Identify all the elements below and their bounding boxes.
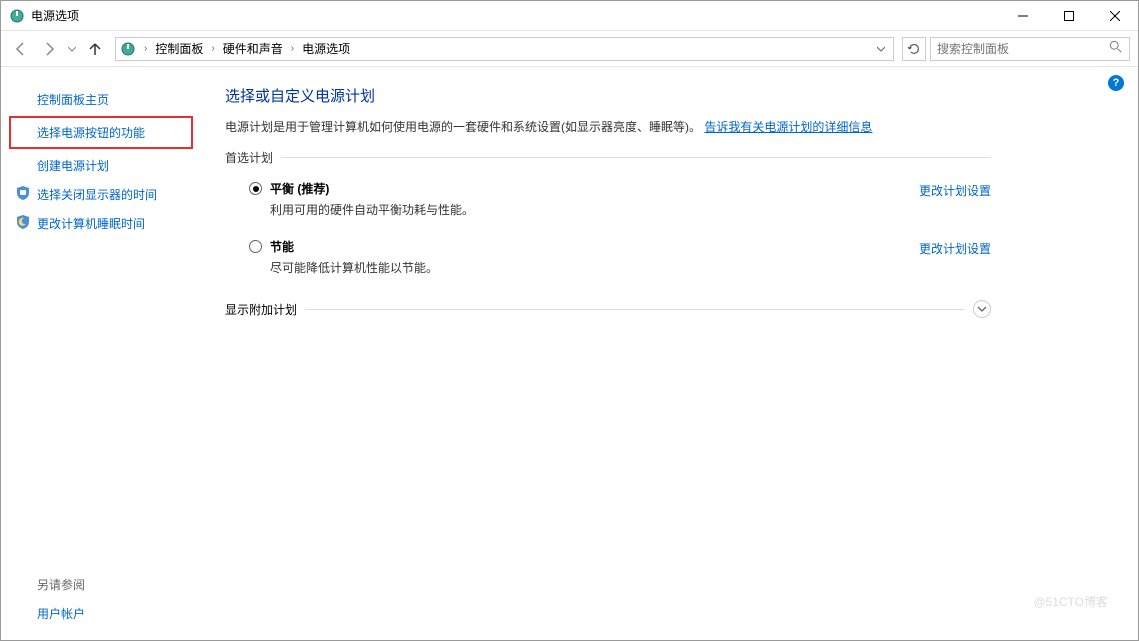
window-controls — [1000, 1, 1138, 30]
expand-button[interactable] — [973, 300, 991, 318]
search-icon — [1109, 40, 1123, 57]
breadcrumb-item[interactable]: 电源选项 — [298, 40, 354, 57]
sidebar-item-home[interactable]: 控制面板主页 — [1, 85, 201, 114]
divider — [281, 157, 991, 158]
sidebar-item-sleep[interactable]: 更改计算机睡眠时间 — [1, 209, 201, 238]
window-title: 电源选项 — [31, 7, 79, 24]
desc-text: 电源计划是用于管理计算机如何使用电源的一套硬件和系统设置(如显示器亮度、睡眠等)… — [225, 120, 701, 134]
sidebar-item-label: 选择关闭显示器的时间 — [37, 188, 157, 202]
breadcrumb-item[interactable]: 硬件和声音 — [219, 40, 287, 57]
search-input[interactable] — [937, 42, 1109, 56]
plan-powersaver: 节能 尽可能降低计算机性能以节能。 更改计划设置 — [225, 234, 991, 292]
radio-powersaver[interactable] — [249, 240, 262, 253]
minimize-button[interactable] — [1000, 1, 1046, 30]
chevron-right-icon: › — [142, 43, 149, 54]
chevron-right-icon: › — [289, 43, 296, 54]
sidebar-item-label: 控制面板主页 — [37, 93, 109, 107]
change-plan-link[interactable]: 更改计划设置 — [889, 240, 991, 257]
main-panel: 选择或自定义电源计划 电源计划是用于管理计算机如何使用电源的一套硬件和系统设置(… — [201, 67, 1021, 640]
plan-title: 节能 — [270, 238, 889, 255]
back-button[interactable] — [9, 37, 33, 61]
help-icon[interactable]: ? — [1108, 75, 1124, 91]
watermark: @51CTO博客 — [1033, 593, 1108, 610]
shield-moon-icon — [15, 214, 31, 230]
sidebar-item-label: 选择电源按钮的功能 — [37, 126, 145, 140]
refresh-button[interactable] — [902, 37, 926, 61]
preferred-plans-label: 首选计划 — [225, 149, 991, 166]
breadcrumb-dropdown[interactable] — [877, 42, 889, 56]
breadcrumb[interactable]: › 控制面板 › 硬件和声音 › 电源选项 — [115, 37, 894, 61]
up-button[interactable] — [83, 37, 107, 61]
additional-plans-section: 显示附加计划 — [225, 300, 991, 318]
plan-balanced: 平衡 (推荐) 利用可用的硬件自动平衡功耗与性能。 更改计划设置 — [225, 176, 991, 234]
plan-desc: 尽可能降低计算机性能以节能。 — [270, 259, 889, 276]
chevron-right-icon: › — [209, 43, 216, 54]
plan-content: 平衡 (推荐) 利用可用的硬件自动平衡功耗与性能。 — [270, 180, 889, 218]
sidebar-item-create-plan[interactable]: 创建电源计划 — [1, 151, 201, 180]
page-description: 电源计划是用于管理计算机如何使用电源的一套硬件和系统设置(如显示器亮度、睡眠等)… — [225, 118, 991, 137]
plan-desc: 利用可用的硬件自动平衡功耗与性能。 — [270, 201, 889, 218]
maximize-button[interactable] — [1046, 1, 1092, 30]
sidebar-item-label: 创建电源计划 — [37, 159, 109, 173]
recent-dropdown[interactable] — [65, 37, 79, 61]
forward-button[interactable] — [37, 37, 61, 61]
titlebar: 电源选项 — [1, 1, 1138, 31]
sidebar-item-power-button[interactable]: 选择电源按钮的功能 — [9, 116, 193, 149]
sidebar-item-display-off[interactable]: 选择关闭显示器的时间 — [1, 180, 201, 209]
breadcrumb-item[interactable]: 控制面板 — [151, 40, 207, 57]
divider — [305, 309, 965, 310]
plan-title: 平衡 (推荐) — [270, 180, 889, 197]
desc-link[interactable]: 告诉我有关电源计划的详细信息 — [704, 120, 872, 134]
power-options-icon — [9, 8, 25, 24]
additional-plans-label: 显示附加计划 — [225, 301, 297, 318]
shield-monitor-icon — [15, 185, 31, 201]
spacer — [1, 238, 201, 570]
change-plan-link[interactable]: 更改计划设置 — [889, 182, 991, 199]
sidebar-item-label: 更改计算机睡眠时间 — [37, 217, 145, 231]
close-button[interactable] — [1092, 1, 1138, 30]
see-also-label: 另请参阅 — [1, 570, 201, 599]
sidebar: 控制面板主页 选择电源按钮的功能 创建电源计划 选择关闭显示器的时间 更改计算机… — [1, 67, 201, 640]
content-area: ? 控制面板主页 选择电源按钮的功能 创建电源计划 选择关闭显示器的时间 更改计… — [1, 67, 1138, 640]
navbar: › 控制面板 › 硬件和声音 › 电源选项 — [1, 31, 1138, 67]
page-heading: 选择或自定义电源计划 — [225, 85, 991, 106]
search-box[interactable] — [930, 37, 1130, 61]
radio-balanced[interactable] — [249, 182, 262, 195]
section-label-text: 首选计划 — [225, 149, 273, 166]
power-options-icon — [120, 41, 136, 57]
plan-content: 节能 尽可能降低计算机性能以节能。 — [270, 238, 889, 276]
sidebar-user-accounts-link[interactable]: 用户帐户 — [1, 599, 201, 628]
